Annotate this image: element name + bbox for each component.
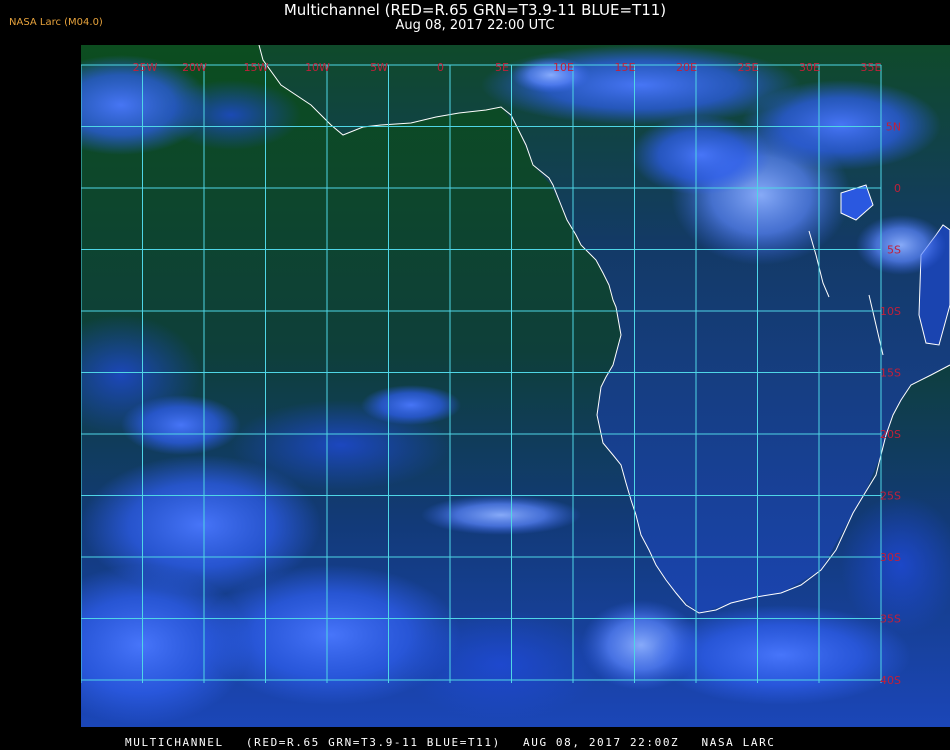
latitude-label: 30S (880, 551, 901, 564)
longitude-label: 25E (738, 61, 759, 74)
footer-caption: MULTICHANNEL (RED=R.65 GRN=T3.9-11 BLUE=… (125, 736, 776, 749)
footer-product: MULTICHANNEL (125, 736, 224, 749)
satellite-image-viewer: Multichannel (RED=R.65 GRN=T3.9-11 BLUE=… (0, 0, 950, 750)
longitude-label: 0 (437, 61, 444, 74)
footer-channels: (RED=R.65 GRN=T3.9-11 BLUE=T11) (245, 736, 501, 749)
latitude-label: 5N (886, 121, 901, 134)
latitude-label: 10S (880, 305, 901, 318)
image-datetime: Aug 08, 2017 22:00 UTC (395, 18, 555, 33)
footer-agency: NASA LARC (701, 736, 776, 749)
latitude-label: 25S (880, 490, 901, 503)
latitude-label: 20S (880, 428, 901, 441)
image-title: Multichannel (RED=R.65 GRN=T3.9-11 BLUE=… (283, 1, 667, 19)
latitude-label: 15S (880, 367, 901, 380)
longitude-label: 10W (305, 61, 330, 74)
longitude-label: 10E (553, 61, 574, 74)
latitude-label: 5S (887, 244, 901, 257)
longitude-label: 15W (244, 61, 269, 74)
longitude-label: 35E (861, 61, 882, 74)
map-canvas: 25W 20W 15W 10W 5W 0 5E 10E 15E 20E 25E 30E 35E 5N 0 5S… (81, 45, 950, 727)
longitude-label: 25W (133, 61, 158, 74)
longitude-label: 20W (182, 61, 207, 74)
longitude-label: 5E (495, 61, 509, 74)
source-tag: NASA Larc (M04.0) (9, 17, 103, 28)
longitude-label: 20E (676, 61, 697, 74)
footer-datetime: AUG 08, 2017 22:00Z (523, 736, 680, 749)
satellite-map: 25W 20W 15W 10W 5W 0 5E 10E 15E 20E 25E 30E 35E 5N 0 5S… (81, 45, 950, 727)
longitude-label: 15E (615, 61, 636, 74)
latitude-label: 40S (880, 674, 901, 687)
longitude-label: 30E (799, 61, 820, 74)
latitude-label: 35S (880, 613, 901, 626)
longitude-label: 5W (370, 61, 388, 74)
latitude-label: 0 (894, 182, 901, 195)
